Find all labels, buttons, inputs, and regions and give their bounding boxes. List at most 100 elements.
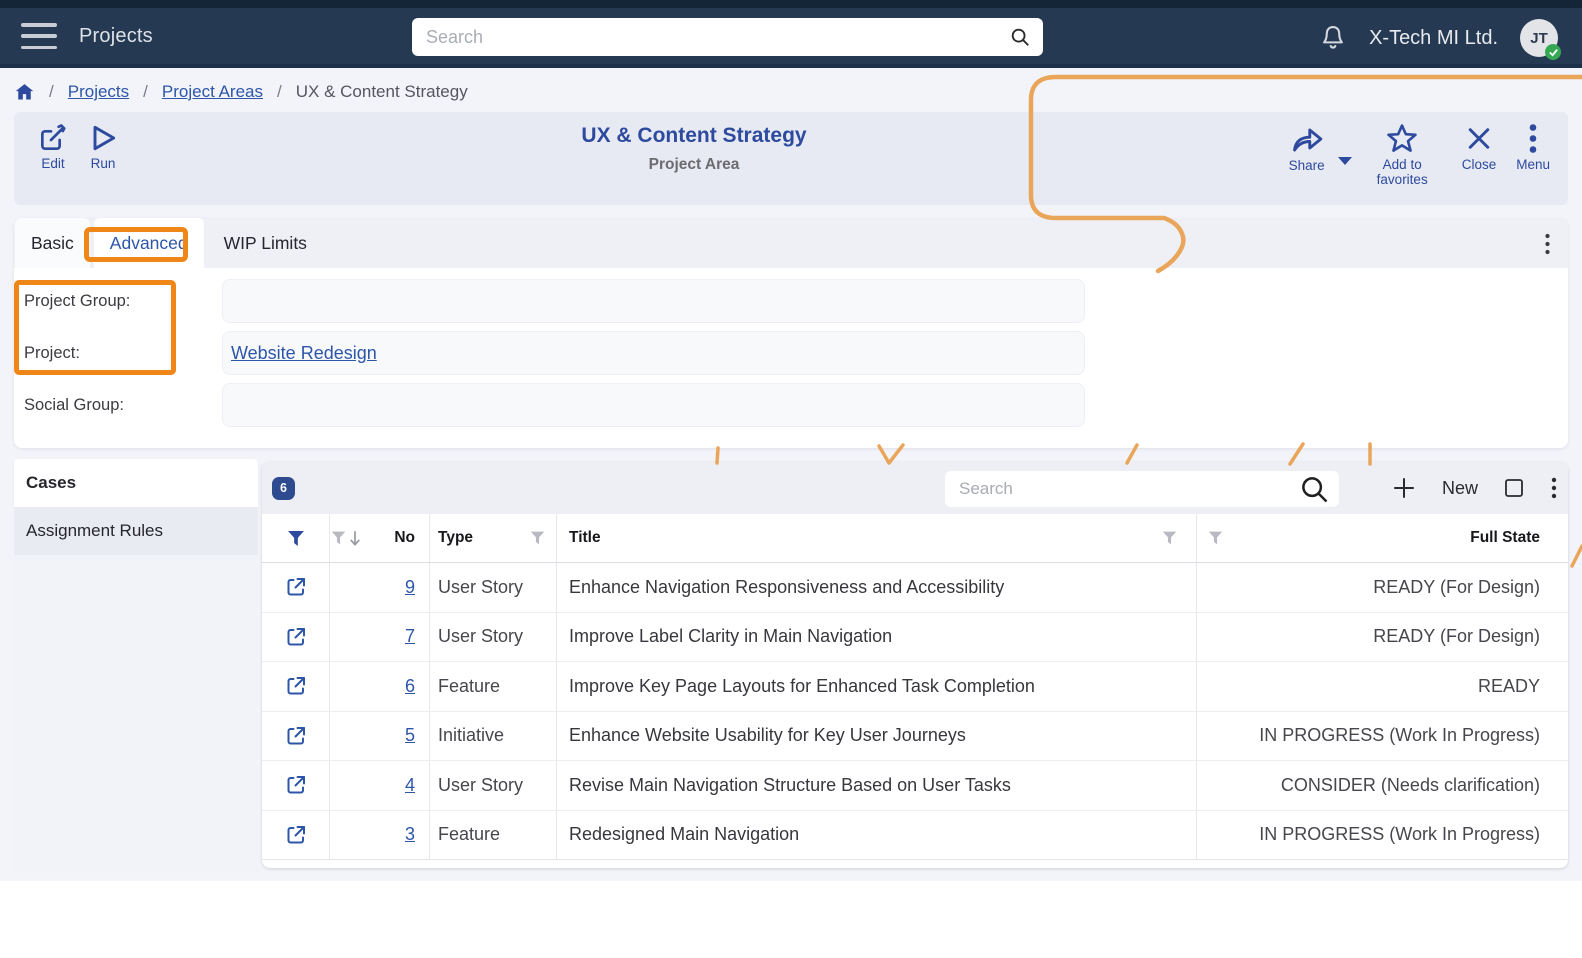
- item-type: User Story: [430, 613, 557, 662]
- edit-icon: [37, 122, 69, 154]
- cases-search-input[interactable]: [945, 479, 1299, 499]
- share-icon: [1289, 122, 1325, 156]
- table-row: 5 Initiative Enhance Website Usability f…: [262, 712, 1568, 762]
- table-row: 4 User Story Revise Main Navigation Stru…: [262, 761, 1568, 811]
- tab-strip-kebab-icon[interactable]: [1543, 232, 1552, 256]
- notifications-bell-icon[interactable]: [1319, 23, 1347, 53]
- open-item-icon[interactable]: [284, 674, 308, 698]
- table-row: 6 Feature Improve Key Page Layouts for E…: [262, 662, 1568, 712]
- item-type: Feature: [430, 662, 557, 711]
- search-icon[interactable]: [1009, 26, 1031, 48]
- item-count-badge: 6: [272, 477, 295, 500]
- filter-icon[interactable]: [1207, 530, 1224, 546]
- add-to-favorites-button[interactable]: Add tofavorites: [1367, 120, 1438, 189]
- app-title: Projects: [79, 25, 153, 48]
- item-type: Initiative: [430, 712, 557, 761]
- open-item-icon[interactable]: [284, 724, 308, 748]
- open-item-icon[interactable]: [284, 575, 308, 599]
- page-title: UX & Content Strategy: [354, 124, 1034, 148]
- cases-toolbar: 6 New: [262, 462, 1568, 514]
- run-button[interactable]: Run: [72, 122, 134, 171]
- tab-basic[interactable]: Basic: [15, 218, 90, 268]
- item-number-link[interactable]: 7: [405, 626, 415, 647]
- column-header-no[interactable]: No: [394, 529, 415, 547]
- item-state: IN PROGRESS (Work In Progress): [1197, 811, 1568, 860]
- project-label: Project:: [24, 344, 222, 363]
- home-icon[interactable]: [14, 82, 35, 102]
- entity-toolbar: Edit Run UX & Content Strategy Project A…: [14, 112, 1568, 205]
- filter-icon[interactable]: [330, 530, 347, 546]
- section-sidebar: Cases Assignment Rules: [14, 459, 258, 872]
- cases-table-card: 6 New No: [262, 462, 1568, 868]
- open-item-icon[interactable]: [284, 625, 308, 649]
- filter-active-icon[interactable]: [286, 529, 306, 548]
- cases-search-icon[interactable]: [1299, 474, 1329, 504]
- item-type: User Story: [430, 761, 557, 810]
- breadcrumb: / Projects / Project Areas / UX & Conten…: [14, 76, 468, 108]
- organization-name[interactable]: X-Tech MI Ltd.: [1369, 27, 1498, 50]
- share-dropdown-caret-icon[interactable]: [1337, 156, 1353, 166]
- item-number-link[interactable]: 3: [405, 824, 415, 845]
- cases-kebab-button[interactable]: [1550, 476, 1558, 500]
- kebab-menu-icon: [1527, 122, 1539, 155]
- breadcrumb-link-project-areas[interactable]: Project Areas: [162, 82, 263, 102]
- browser-top-strip: [0, 0, 1582, 8]
- item-title: Improve Label Clarity in Main Navigation: [557, 613, 1197, 662]
- online-status-icon: [1545, 44, 1561, 60]
- details-panel: Basic Advanced WIP Limits Project Group:…: [14, 218, 1568, 448]
- item-title: Redesigned Main Navigation: [557, 811, 1197, 860]
- sort-descending-icon[interactable]: [349, 530, 361, 547]
- close-button[interactable]: Close: [1452, 120, 1507, 174]
- item-state: CONSIDER (Needs clarification): [1197, 761, 1568, 810]
- item-state: READY (For Design): [1197, 613, 1568, 662]
- item-number-link[interactable]: 9: [405, 577, 415, 598]
- app-window: Projects X-Tech MI Ltd. JT / Projects / …: [0, 0, 1582, 958]
- project-field[interactable]: Website Redesign: [222, 331, 1085, 375]
- cases-search: [945, 471, 1339, 507]
- project-group-label: Project Group:: [24, 292, 222, 311]
- item-state: IN PROGRESS (Work In Progress): [1197, 712, 1568, 761]
- table-row: 9 User Story Enhance Navigation Responsi…: [262, 563, 1568, 613]
- column-header-full-state[interactable]: Full State: [1470, 529, 1540, 547]
- item-title: Enhance Website Usability for Key User J…: [557, 712, 1197, 761]
- filter-icon[interactable]: [1161, 530, 1178, 546]
- sidebar-item-cases[interactable]: Cases: [14, 459, 258, 507]
- plus-icon: [1392, 476, 1416, 500]
- item-type: User Story: [430, 563, 557, 612]
- close-icon: [1464, 122, 1494, 155]
- user-avatar[interactable]: JT: [1520, 19, 1558, 57]
- filter-icon[interactable]: [529, 530, 546, 546]
- breadcrumb-link-projects[interactable]: Projects: [68, 82, 129, 102]
- add-item-button[interactable]: [1392, 476, 1416, 500]
- new-button[interactable]: New: [1442, 478, 1478, 499]
- social-group-field[interactable]: [222, 383, 1085, 427]
- project-value-link[interactable]: Website Redesign: [231, 343, 377, 364]
- kebab-menu-icon: [1550, 476, 1558, 500]
- run-icon: [87, 122, 119, 154]
- share-button[interactable]: Share: [1279, 120, 1335, 175]
- social-group-label: Social Group:: [24, 396, 222, 415]
- hamburger-menu-icon[interactable]: [21, 23, 57, 49]
- item-state: READY (For Design): [1197, 563, 1568, 612]
- item-title: Revise Main Navigation Structure Based o…: [557, 761, 1197, 810]
- table-row: 7 User Story Improve Label Clarity in Ma…: [262, 613, 1568, 663]
- menu-button[interactable]: Menu: [1506, 120, 1560, 174]
- item-type: Feature: [430, 811, 557, 860]
- checkbox-icon: [1504, 478, 1524, 498]
- select-mode-button[interactable]: [1504, 478, 1524, 498]
- item-number-link[interactable]: 4: [405, 775, 415, 796]
- item-title: Improve Key Page Layouts for Enhanced Ta…: [557, 662, 1197, 711]
- open-item-icon[interactable]: [284, 773, 308, 797]
- sidebar-item-assignment-rules[interactable]: Assignment Rules: [14, 507, 258, 555]
- open-item-icon[interactable]: [284, 823, 308, 847]
- item-state: READY: [1197, 662, 1568, 711]
- tab-advanced[interactable]: Advanced: [94, 218, 204, 268]
- global-search-input[interactable]: [412, 27, 1009, 48]
- item-number-link[interactable]: 6: [405, 676, 415, 697]
- tab-wip-limits[interactable]: WIP Limits: [208, 218, 323, 268]
- column-header-title[interactable]: Title: [569, 529, 601, 547]
- project-group-field[interactable]: [222, 279, 1085, 323]
- column-header-type[interactable]: Type: [438, 529, 473, 547]
- table-header: No Type Title Full State: [262, 514, 1568, 563]
- item-number-link[interactable]: 5: [405, 725, 415, 746]
